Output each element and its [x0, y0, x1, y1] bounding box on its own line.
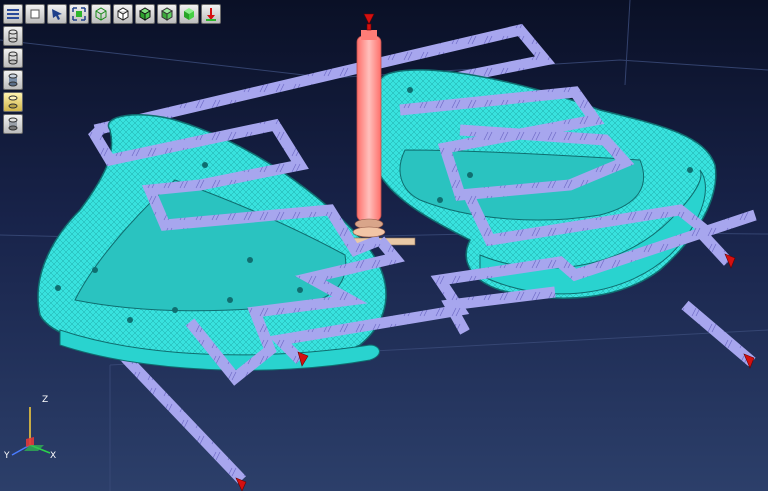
select-arrow-icon[interactable]: [47, 4, 67, 24]
shaded-outline-cube-icon[interactable]: [157, 4, 177, 24]
load-marker[interactable]: [235, 477, 247, 491]
wireframe-cube-icon[interactable]: [91, 4, 111, 24]
scene-canvas[interactable]: [0, 0, 768, 491]
axis-label-y: Y: [4, 451, 10, 461]
axis-label-z: Z: [42, 395, 49, 405]
cylinder-highlight-icon[interactable]: [3, 92, 23, 112]
fit-view-icon[interactable]: [69, 4, 89, 24]
hidden-line-cube-icon[interactable]: [113, 4, 133, 24]
cylinder-outline-icon[interactable]: [3, 26, 23, 46]
cylinder-shaded-icon[interactable]: [3, 70, 23, 90]
view-front-icon[interactable]: [25, 4, 45, 24]
cylinder-edges-icon[interactable]: [3, 48, 23, 68]
axis-label-x: X: [50, 451, 57, 461]
side-toolbar: [3, 26, 23, 134]
shaded-edges-cube-icon[interactable]: [135, 4, 155, 24]
axis-triad: Z X Y: [2, 393, 58, 463]
vertical-actuator: [352, 30, 386, 238]
cylinder-solid-icon[interactable]: [3, 114, 23, 134]
menu-icon[interactable]: [3, 4, 23, 24]
load-marker[interactable]: [363, 13, 375, 31]
3d-viewport[interactable]: Z X Y: [0, 0, 768, 491]
load-arrow-icon[interactable]: [201, 4, 221, 24]
main-toolbar: [3, 3, 221, 25]
shaded-solid-cube-icon[interactable]: [179, 4, 199, 24]
